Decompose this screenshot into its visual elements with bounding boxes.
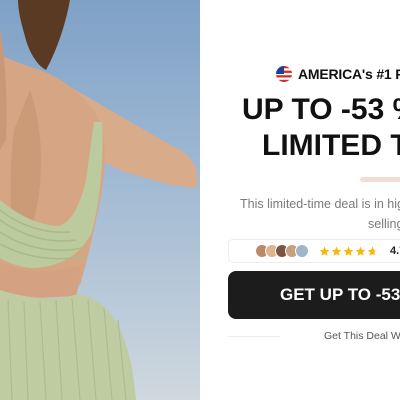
avatar — [295, 244, 309, 258]
description-line-2: selling — [368, 217, 400, 231]
footnote-divider — [228, 336, 280, 337]
headline-line-1: UP TO -53 % — [242, 93, 400, 126]
rating-stars — [319, 246, 378, 257]
star-icon-half — [367, 246, 378, 256]
origin-badge-label: AMERICA's #1 R — [298, 66, 400, 82]
hero-photo-illustration — [0, 0, 198, 400]
star-icon — [331, 246, 342, 256]
promo-description: This limited-time deal is in high sellin… — [240, 194, 400, 234]
us-flag-icon — [276, 66, 292, 82]
star-icon — [343, 246, 354, 256]
rating-value: 4.7 — [390, 245, 400, 257]
headline-line-2: LIMITED TI — [262, 129, 400, 162]
rating-summary: 4.7 — [228, 239, 400, 263]
accent-divider — [360, 177, 400, 182]
star-icon — [319, 246, 330, 256]
promo-panel: AMERICA's #1 R UP TO -53 % LIMITED TI Th… — [200, 0, 400, 400]
star-icon — [355, 246, 366, 256]
customer-avatars — [255, 244, 309, 258]
origin-badge: AMERICA's #1 R — [276, 64, 400, 84]
hero-image — [0, 0, 200, 400]
get-deal-button[interactable]: GET UP TO -53 — [228, 271, 400, 319]
deal-footnote: Get This Deal Wh — [324, 330, 400, 342]
promo-headline: UP TO -53 % LIMITED TI — [242, 92, 400, 164]
description-line-1: This limited-time deal is in high — [240, 197, 400, 211]
